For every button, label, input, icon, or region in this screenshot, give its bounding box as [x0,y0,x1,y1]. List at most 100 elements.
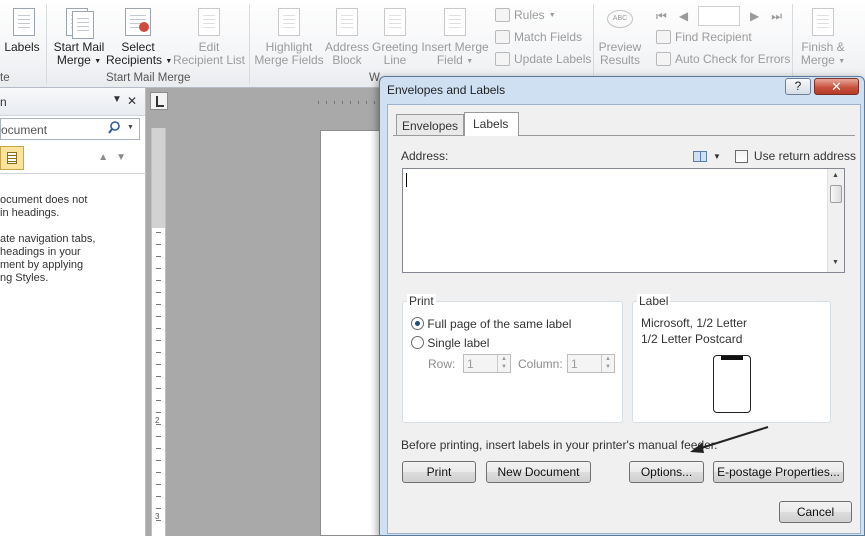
update-labels-label: Update Labels [514,52,592,66]
auto-check-errors-button[interactable]: Auto Check for Errors [656,52,790,66]
rules-icon [495,8,510,22]
auto-check-icon [656,52,671,66]
search-icon[interactable] [108,121,120,134]
envelopes-and-labels-dialog: Envelopes and Labels ? ✕ Envelopes Label… [379,76,865,536]
start-mail-merge-button[interactable]: Start Mail Merge ▼ [50,8,108,68]
preview-label-2: Results [599,53,640,67]
address-label: Address: [401,149,449,163]
vertical-ruler-ticks [156,232,161,532]
group-separator [46,4,47,84]
use-return-address-label: Use return address [753,149,856,163]
pane-options-icon[interactable]: ▼ [112,94,122,105]
full-page-option[interactable]: Full page of the same label [411,317,571,331]
tab-envelopes[interactable]: Envelopes [396,114,465,136]
e-postage-properties-button[interactable]: E-postage Properties... [713,461,844,483]
help-button[interactable]: ? [785,78,811,95]
address-textarea[interactable]: ▲ ▼ [402,168,845,273]
rules-button[interactable]: Rules ▼ [495,8,556,22]
match-fields-icon [495,30,510,44]
group-separator [792,4,793,84]
insert-merge-field-button[interactable]: Insert Merge Field ▼ [421,8,489,68]
new-document-button[interactable]: New Document [486,461,591,483]
highlight-label-2: Merge Fields [254,53,324,67]
finish-merge-button[interactable]: Finish & Merge ▼ [797,8,849,68]
select-recipients-button[interactable]: Select Recipients ▼ [106,8,172,68]
last-record-icon[interactable]: ⏭ [771,9,782,24]
row-stepper[interactable]: 1 ▲ ▼ [463,354,511,373]
scroll-up-icon[interactable]: ▲ [832,172,839,179]
preview-results-button[interactable]: ABC Preview Results [596,8,644,67]
single-label-option[interactable]: Single label [411,336,489,350]
search-options-icon[interactable]: ▼ [127,124,134,131]
select-recipients-label-2: Recipients [106,53,163,67]
previous-record-icon[interactable]: ◀ [679,9,688,23]
next-record-icon[interactable]: ▶ [750,9,759,23]
preview-results-icon: ABC [605,8,635,38]
tab-envelopes-label: Envelopes [402,119,459,133]
navigation-pane-title: n [0,95,7,109]
print-button-label: Print [426,465,452,479]
column-stepper[interactable]: 1 ▲ ▼ [567,354,615,373]
navigation-search-input[interactable]: ocument ▼ [0,118,140,140]
labels-button[interactable]: Labels [2,8,42,54]
e-postage-button-label: E-postage Properties... [717,465,840,479]
address-book-icon[interactable] [693,150,707,162]
tab-labels[interactable]: Labels [464,112,520,136]
ruler-number: 2 [155,416,160,425]
print-group: Print Full page of the same label Single… [402,294,623,423]
nav-arrows-icon[interactable]: ▲▼ [98,152,134,163]
navigation-pane-header: n ▼ ✕ [0,88,145,116]
options-button-label: Options... [640,465,693,479]
horizontal-ruler[interactable] [318,96,380,108]
match-fields-button[interactable]: Match Fields [495,30,582,44]
address-block-label-2: Block [332,53,362,67]
find-recipient-button[interactable]: Find Recipient [656,30,752,44]
full-page-radio[interactable] [411,317,424,330]
highlight-merge-fields-button[interactable]: Highlight Merge Fields [254,8,324,67]
close-button[interactable]: ✕ [814,78,859,95]
group-separator [593,4,594,84]
record-number-input[interactable] [698,6,741,26]
highlight-icon [274,8,304,38]
cancel-button[interactable]: Cancel [779,501,852,523]
dialog-title: Envelopes and Labels [387,83,506,97]
greeting-line-button[interactable]: Greeting Line [371,8,419,67]
stepper-arrows-icon[interactable]: ▲ ▼ [601,355,614,372]
close-icon: ✕ [831,79,842,94]
chevron-down-icon: ▼ [466,58,474,65]
finish-merge-icon [808,8,838,38]
tab-selector-icon[interactable] [150,92,168,110]
scroll-down-icon[interactable]: ▼ [832,259,839,266]
text-cursor [406,173,407,187]
label-group[interactable]: Label Microsoft, 1/2 Letter 1/2 Letter P… [632,294,831,423]
scroll-thumb[interactable] [830,185,842,203]
edit-recipient-list-button[interactable]: Edit Recipient List [172,8,246,67]
row-value: 1 [467,357,474,371]
close-icon[interactable]: ✕ [127,94,137,108]
address-block-button[interactable]: Address Block [325,8,369,67]
greeting-line-icon [380,8,410,38]
use-return-address-checkbox[interactable] [734,149,748,163]
stepper-arrows-icon[interactable]: ▲ ▼ [497,355,510,372]
start-mail-merge-label-2: Merge [56,53,91,67]
options-button[interactable]: Options... [629,461,704,483]
edit-recipient-list-icon [194,8,224,38]
greeting-label-2: Line [383,53,407,67]
annotation-arrow [690,426,769,453]
print-button[interactable]: Print [402,461,476,483]
chevron-down-icon[interactable]: ▼ [713,152,721,161]
insert-merge-label-2: Field [436,53,463,67]
vertical-ruler[interactable]: 2 3 [151,128,166,536]
edit-recipient-label-2: Recipient List [172,53,246,67]
first-record-icon[interactable]: ⏮ [656,9,667,24]
update-labels-button[interactable]: Update Labels [495,52,591,66]
ribbon: Labels te Start Mail Merge ▼ Select Reci… [0,0,865,88]
start-mail-merge-icon [64,8,94,39]
vertical-ruler-margin [152,128,165,228]
single-label-radio[interactable] [411,336,424,349]
address-scrollbar[interactable]: ▲ ▼ [827,169,844,272]
print-group-label: Print [407,294,436,308]
select-recipients-icon [123,8,153,38]
find-recipient-label: Find Recipient [675,30,752,44]
browse-pages-tab-icon[interactable] [0,146,24,170]
